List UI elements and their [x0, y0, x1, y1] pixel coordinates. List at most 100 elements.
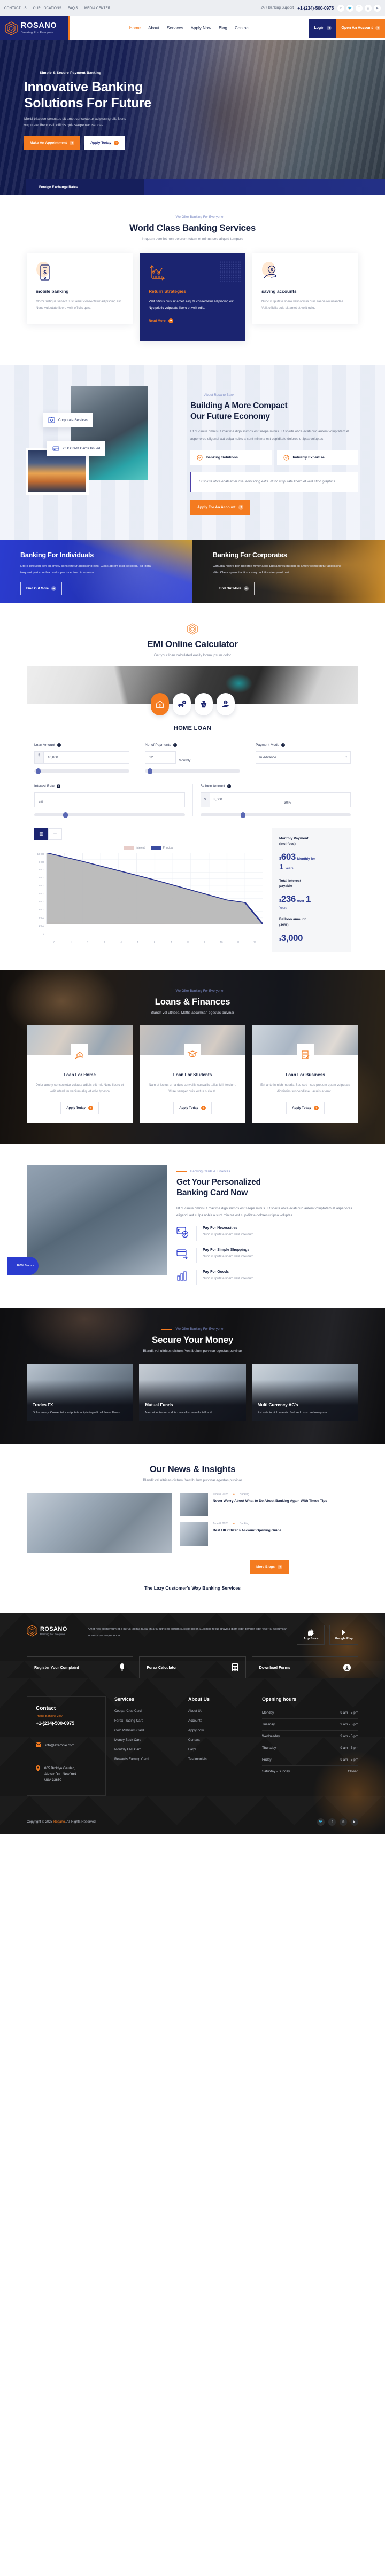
apply-for-account-button[interactable]: Apply For An Account ➜	[190, 499, 251, 515]
interest-rate-slider[interactable]	[34, 812, 185, 818]
nav-item-about[interactable]: About	[148, 26, 159, 30]
secure-card-multi-currency[interactable]: Multi Currency AC's Est ante in nibh mau…	[251, 1364, 358, 1422]
mobile-phone-dollar-icon: $	[36, 262, 54, 282]
secure-card-trades-fx[interactable]: Trades FX Dolor amety. Consectetur vulpu…	[27, 1364, 134, 1422]
footer-link-apply-now[interactable]: Apply now	[188, 1729, 253, 1732]
footer-link-monthly-emi-card[interactable]: Monthly EMI Card	[114, 1748, 180, 1752]
cta-brand-logo[interactable]: ROSANO Banking For Everyone	[27, 1625, 80, 1637]
footer-about-title: About Us	[188, 1696, 210, 1702]
loan-amount-slider[interactable]	[34, 768, 129, 774]
service-title: saving accounts	[261, 289, 297, 294]
news-item[interactable]: June 8, 2023 ● Banking Best UK Citizens …	[180, 1522, 358, 1546]
youtube-icon[interactable]: ▶	[351, 1818, 358, 1826]
secure-card-mutual-funds[interactable]: Mutual Funds Nam at lectus urna duis con…	[139, 1364, 246, 1422]
money-bag-icon: $	[201, 701, 206, 707]
nav-item-contact[interactable]: Contact	[235, 26, 250, 30]
tab-hand-money-loan[interactable]: $	[216, 692, 235, 715]
nav-item-home[interactable]: Home	[129, 26, 141, 30]
topbar-link-locations[interactable]: OUR LOCATIONS	[33, 6, 61, 10]
payments-frequency[interactable]: Monthly	[176, 759, 190, 764]
forex-rates-bar[interactable]: Foreign Exchange Rates	[26, 179, 385, 195]
footer-link-contact[interactable]: Contact	[188, 1738, 253, 1742]
payment-mode-select[interactable]: In Advance ▾	[256, 751, 351, 764]
footer-link-gold-platinum-card[interactable]: Gold Platinum Card	[114, 1729, 180, 1732]
apply-today-button[interactable]: Apply Today ➜	[173, 1102, 212, 1115]
twitter-icon[interactable]: 🐦	[317, 1818, 325, 1826]
news-featured[interactable]	[27, 1493, 172, 1574]
footer-link-cougar-club-card[interactable]: Cougar Club Card	[114, 1709, 180, 1713]
open-account-button[interactable]: Open An Account ➜	[336, 18, 385, 38]
balloon-percent-input[interactable]: 30%	[280, 792, 351, 807]
topbar-link-faqs[interactable]: FAQ'S	[68, 6, 78, 10]
info-icon[interactable]: i	[281, 743, 286, 747]
info-icon[interactable]: i	[56, 784, 60, 788]
apply-today-button[interactable]: Apply Today ➜	[84, 136, 125, 150]
topbar-link-contact[interactable]: CONTACT US	[4, 6, 27, 10]
forex-calculator-tile[interactable]: Forex Calculator	[139, 1656, 246, 1679]
footer-link-testimonials[interactable]: Testimonials	[188, 1757, 253, 1761]
make-appointment-button[interactable]: Make An Appointment ➜	[24, 136, 81, 150]
footer-contact-phone[interactable]: +1-(234)-500-0975	[36, 1721, 97, 1726]
topbar-link-media[interactable]: MEDIA CENTER	[84, 6, 111, 10]
tab-car-loan[interactable]	[172, 692, 191, 715]
news-item[interactable]: June 8, 2023 ● Banking Never Worry About…	[180, 1493, 358, 1517]
footer-link-rewards-earning-card[interactable]: Rewards Earning Card	[114, 1757, 180, 1761]
facebook-icon[interactable]: f	[328, 1818, 336, 1826]
service-card-saving-accounts[interactable]: $ saving accounts Nunc vulputate libero …	[252, 253, 358, 324]
payments-input[interactable]: 12	[145, 751, 176, 764]
loan-card-students[interactable]: $ Loan For Students Nam at lectus urna d…	[140, 1025, 245, 1123]
float-card-label: 2.5k Credit Cards Issued	[63, 446, 101, 450]
payments-slider[interactable]	[145, 768, 240, 774]
nav-item-services[interactable]: Services	[167, 26, 183, 30]
search-icon[interactable]: ⌕	[337, 4, 344, 12]
find-out-more-button[interactable]: Find Out More ➜	[20, 582, 62, 596]
loan-card-home[interactable]: $ Loan For Home Dolor amety consectetur …	[27, 1025, 133, 1123]
info-icon[interactable]: i	[57, 743, 61, 747]
facebook-icon[interactable]: f	[356, 4, 363, 12]
youtube-icon[interactable]: ▶	[374, 4, 381, 12]
tab-money-bag-loan[interactable]: $	[194, 692, 213, 715]
interest-rate-input[interactable]: 4%	[34, 792, 185, 807]
footer-services-title: Services	[114, 1696, 135, 1702]
emi-loan-type: HOME LOAN	[174, 725, 211, 731]
panel-corporates[interactable]: Banking For Corporates Conubia nostra pe…	[192, 539, 385, 603]
copyright: Copyright © 2023 Rosano. All Rights Rese…	[27, 1820, 97, 1824]
footer-link-money-back-card[interactable]: Money Back Card	[114, 1738, 180, 1742]
service-card-return-strategies[interactable]: Return Strategies Velit officiis quis si…	[140, 253, 245, 341]
more-blogs-button[interactable]: More Blogs ➜	[250, 1560, 289, 1574]
footer-email-row[interactable]: info@example.com	[36, 1742, 97, 1748]
login-button[interactable]: Login ➜	[309, 18, 337, 38]
instagram-icon[interactable]: ◎	[365, 4, 372, 12]
balloon-amount-slider[interactable]	[200, 812, 351, 818]
footer-link-about-us[interactable]: About Us	[188, 1709, 253, 1713]
balloon-amount-input[interactable]: 3,000	[209, 792, 280, 807]
info-icon[interactable]: i	[173, 743, 177, 747]
download-forms-tile[interactable]: Download Forms	[251, 1656, 358, 1679]
loan-card-business[interactable]: Loan For Business Est ante in nibh mauri…	[252, 1025, 358, 1123]
chart-view-icon[interactable]: ▥	[34, 828, 48, 840]
nav-item-apply-now[interactable]: Apply Now	[191, 26, 211, 30]
tab-home-loan[interactable]: $	[150, 692, 169, 715]
apply-today-button[interactable]: Apply Today ➜	[286, 1102, 325, 1115]
hero-title: Innovative Banking Solutions For Future	[24, 80, 385, 111]
nav-item-blog[interactable]: Blog	[219, 26, 227, 30]
service-card-mobile-banking[interactable]: $ mobile banking Morbi tristique senectu…	[27, 253, 133, 324]
read-more-button[interactable]: Read More ➜	[149, 318, 236, 323]
loan-amount-input[interactable]: 10,000	[43, 751, 129, 764]
footer-link-accounts[interactable]: Accounts	[188, 1719, 253, 1723]
google-play-button[interactable]: Google Play	[329, 1625, 358, 1645]
brand-logo[interactable]: ROSANO Banking For Everyone	[0, 16, 70, 40]
register-complaint-tile[interactable]: Register Your Complaint	[27, 1656, 134, 1679]
find-out-more-button[interactable]: Find Out More ➜	[213, 582, 255, 596]
footer-link-faqs[interactable]: Faq's	[188, 1748, 253, 1752]
twitter-icon[interactable]: 🐦	[346, 4, 353, 12]
apply-today-button[interactable]: Apply Today ➜	[60, 1102, 99, 1115]
footer-link-forex-trading-card[interactable]: Forex Trading Card	[114, 1719, 180, 1723]
news-featured-title[interactable]: The Lazy Customer's Way Banking Services	[27, 1585, 358, 1591]
app-store-button[interactable]: App Store	[297, 1625, 325, 1645]
panel-individuals[interactable]: Banking For Individuals Litora torquent …	[0, 539, 192, 603]
list-view-icon[interactable]: ☰	[48, 828, 62, 840]
support-phone[interactable]: +1-(234)-500-0975	[297, 5, 334, 11]
info-icon[interactable]: i	[227, 784, 231, 788]
instagram-icon[interactable]: ◎	[340, 1818, 347, 1826]
